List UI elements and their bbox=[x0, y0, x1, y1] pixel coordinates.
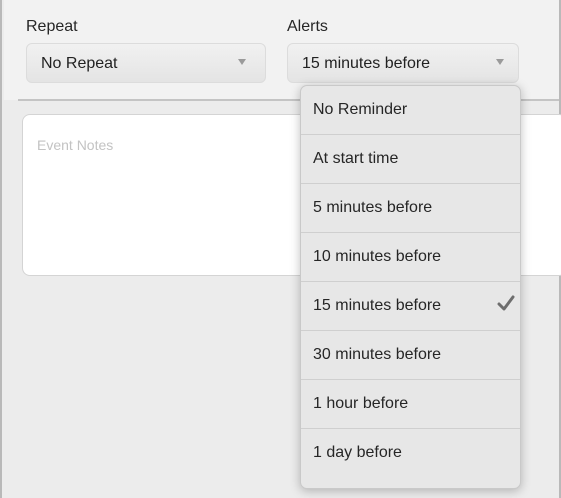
menu-item-label: At start time bbox=[313, 150, 399, 167]
menu-item-30-minutes-before[interactable]: 30 minutes before bbox=[301, 331, 520, 380]
menu-item-label: 15 minutes before bbox=[313, 297, 442, 314]
menu-item-label: No Reminder bbox=[313, 101, 408, 118]
menu-item-10-minutes-before[interactable]: 10 minutes before bbox=[301, 233, 520, 282]
alerts-label: Alerts bbox=[287, 18, 328, 35]
menu-item-label: 30 minutes before bbox=[313, 346, 442, 363]
alerts-dropdown-menu: No Reminder At start time 5 minutes befo… bbox=[300, 85, 521, 489]
menu-item-label: 1 day before bbox=[313, 444, 402, 461]
repeat-label: Repeat bbox=[26, 18, 78, 35]
menu-item-15-minutes-before[interactable]: 15 minutes before bbox=[301, 282, 520, 331]
repeat-select[interactable]: No Repeat bbox=[26, 43, 266, 83]
chevron-down-icon bbox=[238, 59, 246, 65]
menu-item-label: 1 hour before bbox=[313, 395, 409, 412]
chevron-down-icon bbox=[496, 59, 504, 65]
repeat-select-value: No Repeat bbox=[41, 55, 118, 72]
checkmark-icon bbox=[497, 295, 515, 311]
menu-item-no-reminder[interactable]: No Reminder bbox=[301, 86, 520, 135]
alerts-select[interactable]: 15 minutes before bbox=[287, 43, 519, 83]
menu-item-1-day-before[interactable]: 1 day before bbox=[301, 429, 520, 478]
event-notes-placeholder: Event Notes bbox=[37, 137, 114, 153]
menu-item-at-start-time[interactable]: At start time bbox=[301, 135, 520, 184]
menu-item-label: 10 minutes before bbox=[313, 248, 442, 265]
menu-item-1-hour-before[interactable]: 1 hour before bbox=[301, 380, 520, 429]
menu-item-label: 5 minutes before bbox=[313, 199, 433, 216]
alerts-select-value: 15 minutes before bbox=[302, 55, 431, 72]
menu-item-5-minutes-before[interactable]: 5 minutes before bbox=[301, 184, 520, 233]
